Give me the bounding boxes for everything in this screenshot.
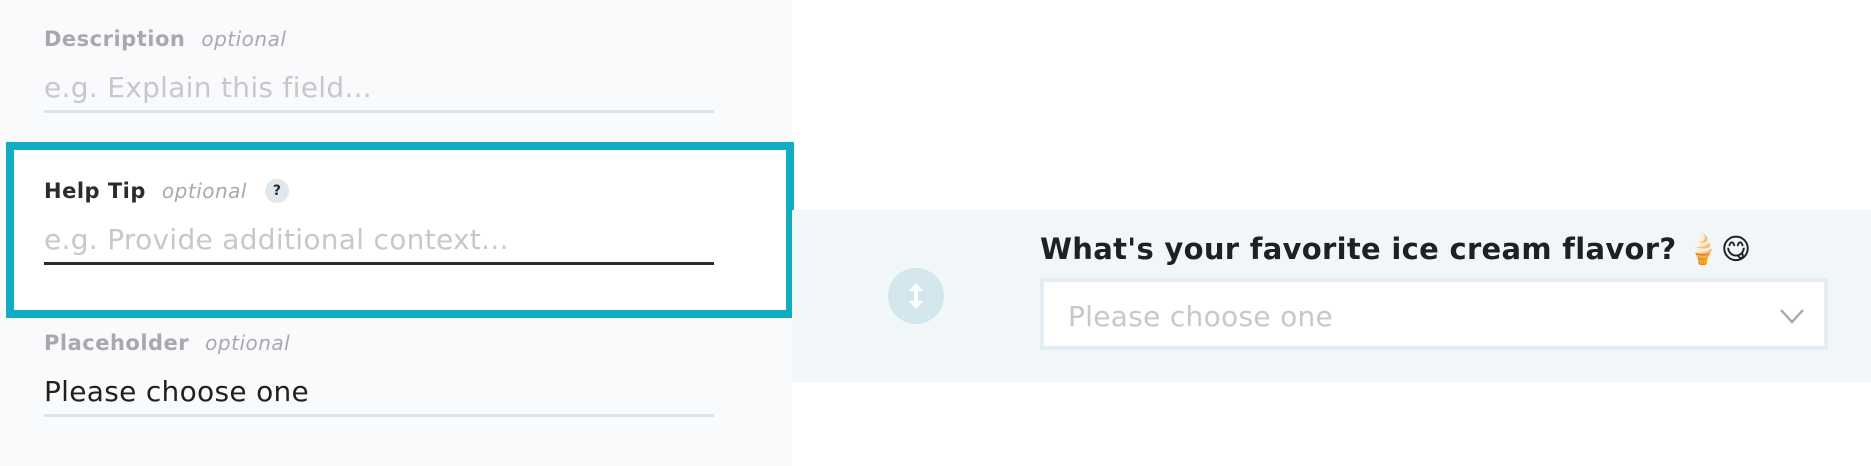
ice-cream-emoji-icon: 🍦😋 [1684, 232, 1752, 266]
question-preview: What's your favorite ice cream flavor? 🍦😋… [792, 210, 1871, 382]
placeholder-field: Placeholder optional [44, 328, 714, 417]
field-settings-panel: Description optional Help Tip optional ?… [0, 0, 794, 466]
description-field: Description optional [44, 24, 714, 113]
help-tip-optional-tag: optional [161, 179, 247, 203]
placeholder-label-row: Placeholder optional [44, 328, 714, 358]
flavor-select[interactable]: Please choose one [1040, 278, 1828, 350]
drag-handle[interactable] [888, 268, 944, 324]
description-label: Description [44, 27, 186, 51]
help-tip-field: Help Tip optional ? [44, 176, 714, 265]
description-optional-tag: optional [201, 27, 287, 51]
question-mark-icon[interactable]: ? [264, 179, 289, 203]
help-tip-label-row: Help Tip optional ? [44, 176, 714, 206]
placeholder-optional-tag: optional [205, 331, 291, 355]
question-text: What's your favorite ice cream flavor? [1040, 232, 1677, 266]
vertical-arrows-icon [909, 283, 923, 309]
placeholder-input[interactable] [44, 368, 714, 417]
chevron-down-icon [1780, 309, 1804, 324]
question-title: What's your favorite ice cream flavor? 🍦😋 [1040, 232, 1751, 267]
help-tip-label: Help Tip [44, 179, 146, 203]
placeholder-label: Placeholder [44, 331, 190, 355]
select-placeholder: Please choose one [1068, 300, 1334, 333]
help-tip-input[interactable] [44, 216, 714, 265]
description-input[interactable] [44, 64, 714, 113]
description-label-row: Description optional [44, 24, 714, 54]
